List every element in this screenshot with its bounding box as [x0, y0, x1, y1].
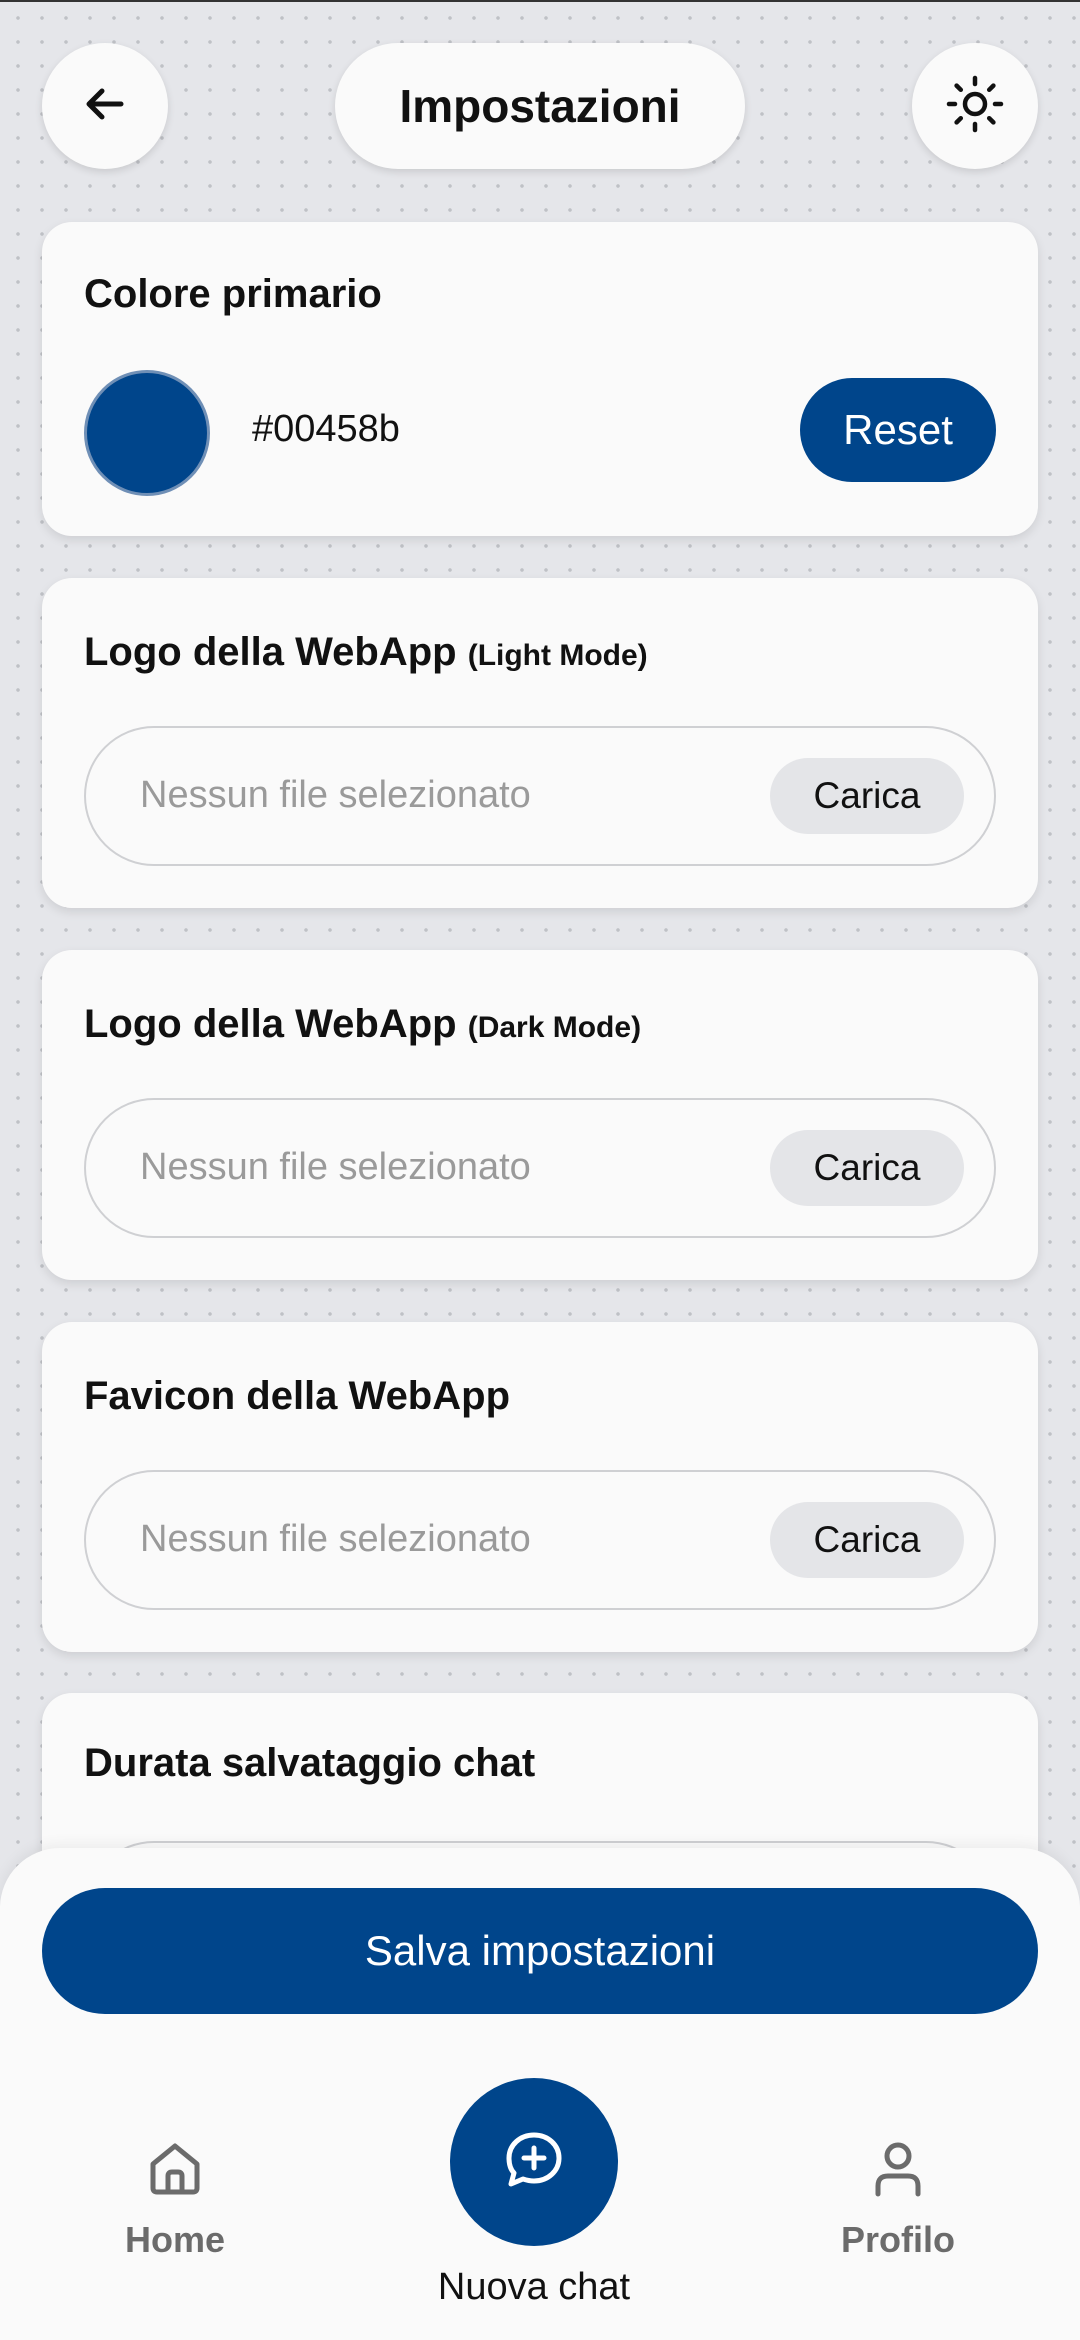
- nav-profile[interactable]: Profilo: [823, 2136, 973, 2261]
- file-placeholder: Nessun file selezionato: [140, 1146, 531, 1188]
- color-hex-value[interactable]: #00458b: [252, 408, 400, 451]
- home-icon: [143, 2136, 207, 2209]
- logo-light-file-input[interactable]: Nessun file selezionato Carica: [84, 726, 996, 866]
- color-swatch[interactable]: [84, 370, 210, 496]
- logo-light-title-main: Logo della WebApp: [84, 630, 457, 674]
- logo-dark-upload-button[interactable]: Carica: [770, 1130, 964, 1206]
- nav-new-chat-button[interactable]: [450, 2078, 618, 2246]
- file-placeholder: Nessun file selezionato: [140, 774, 531, 816]
- arrow-left-icon: [81, 80, 129, 133]
- nav-profile-label: Profilo: [841, 2219, 955, 2260]
- logo-dark-title-main: Logo della WebApp: [84, 1002, 457, 1046]
- save-settings-button[interactable]: Salva impostazioni: [42, 1888, 1038, 2014]
- file-placeholder: Nessun file selezionato: [140, 1518, 531, 1560]
- page-title: Impostazioni: [335, 43, 745, 169]
- sun-icon: [945, 74, 1005, 139]
- nav-new-chat-label: Nuova chat: [437, 2266, 631, 2308]
- logo-light-title: Logo della WebApp (Light Mode): [84, 630, 648, 675]
- logo-light-upload-button[interactable]: Carica: [770, 758, 964, 834]
- favicon-file-input[interactable]: Nessun file selezionato Carica: [84, 1470, 996, 1610]
- logo-dark-file-input[interactable]: Nessun file selezionato Carica: [84, 1098, 996, 1238]
- nav-home[interactable]: Home: [100, 2136, 250, 2261]
- chat-retention-title: Durata salvataggio chat: [84, 1741, 536, 1785]
- logo-light-title-suffix: (Light Mode): [467, 639, 648, 672]
- logo-dark-title-suffix: (Dark Mode): [467, 1011, 642, 1044]
- nav-home-label: Home: [124, 2219, 226, 2260]
- theme-toggle-button[interactable]: [912, 43, 1038, 169]
- user-icon: [866, 2136, 930, 2209]
- back-button[interactable]: [42, 43, 168, 169]
- primary-color-title: Colore primario: [84, 272, 382, 316]
- logo-dark-title: Logo della WebApp (Dark Mode): [84, 1002, 641, 1047]
- favicon-upload-button[interactable]: Carica: [770, 1502, 964, 1578]
- reset-color-button[interactable]: Reset: [800, 378, 996, 482]
- chat-plus-icon: [502, 2128, 566, 2197]
- logo-light-card: Logo della WebApp (Light Mode) Nessun fi…: [42, 578, 1038, 908]
- primary-color-card: Colore primario #00458b Reset: [42, 222, 1038, 536]
- bottom-panel: Salva impostazioni Home Nuova chat Profi…: [0, 1848, 1080, 2340]
- favicon-card: Favicon della WebApp Nessun file selezio…: [42, 1322, 1038, 1652]
- logo-dark-card: Logo della WebApp (Dark Mode) Nessun fil…: [42, 950, 1038, 1280]
- favicon-title: Favicon della WebApp: [84, 1374, 510, 1418]
- status-divider: [0, 0, 1080, 2]
